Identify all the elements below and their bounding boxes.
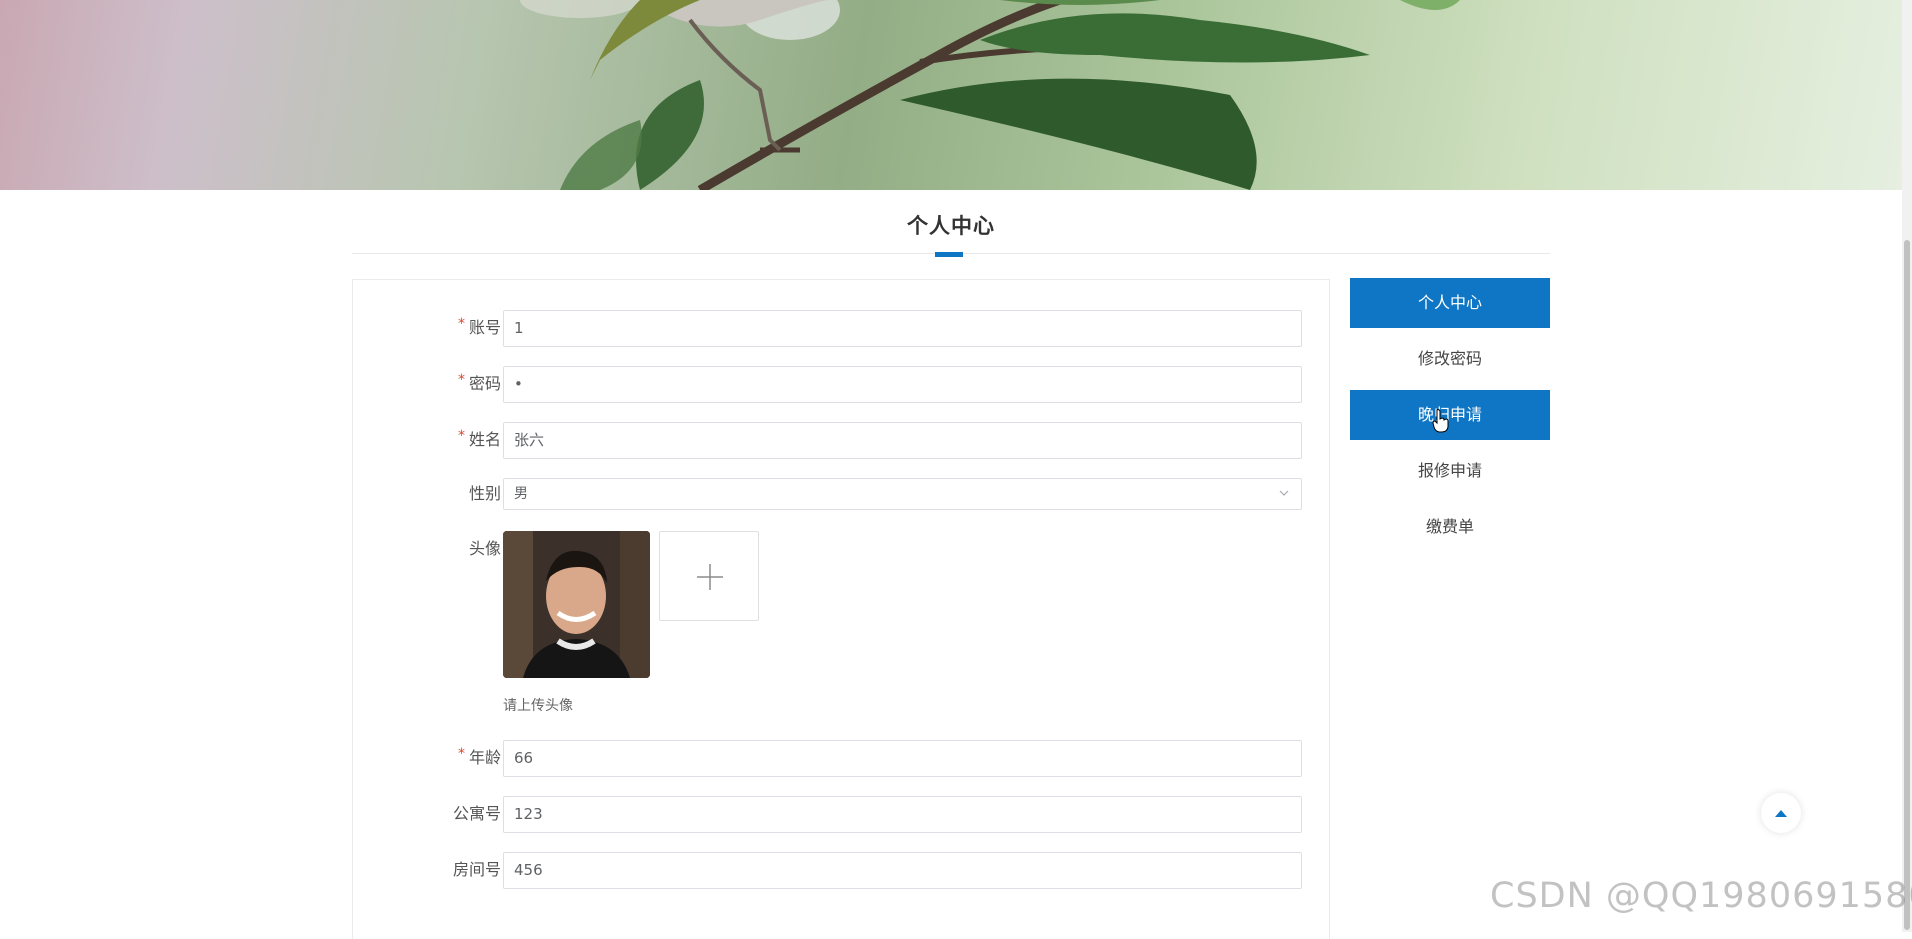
account-label: * 账号 bbox=[457, 316, 501, 337]
name-input[interactable]: 张六 bbox=[503, 422, 1302, 459]
password-row: * 密码 • bbox=[353, 366, 1331, 404]
required-mark: * bbox=[457, 746, 465, 762]
required-mark: * bbox=[457, 372, 465, 388]
profile-form: * 账号 1 * 密码 • * 姓名 张六 性别 男 头像 请上传头像 * 年龄… bbox=[352, 279, 1330, 939]
age-label: * 年龄 bbox=[457, 746, 501, 767]
password-label: * 密码 bbox=[457, 372, 501, 393]
caret-up-icon bbox=[1775, 810, 1787, 817]
chevron-down-icon bbox=[1279, 490, 1289, 496]
page-scrollbar[interactable] bbox=[1902, 0, 1912, 932]
age-row: * 年龄 66 bbox=[353, 740, 1331, 778]
required-mark: * bbox=[457, 316, 465, 332]
gender-selected-value: 男 bbox=[514, 486, 528, 502]
age-input[interactable]: 66 bbox=[503, 740, 1302, 777]
gender-label: 性别 bbox=[468, 484, 501, 503]
room-input[interactable]: 456 bbox=[503, 852, 1302, 889]
account-row: * 账号 1 bbox=[353, 310, 1331, 348]
menu-item-repair[interactable]: 报修申请 bbox=[1350, 446, 1550, 496]
scrollbar-thumb[interactable] bbox=[1904, 240, 1910, 930]
avatar-upload-button[interactable] bbox=[659, 531, 759, 621]
menu-item-profile[interactable]: 个人中心 bbox=[1350, 278, 1550, 328]
password-input[interactable]: • bbox=[503, 366, 1302, 403]
name-row: * 姓名 张六 bbox=[353, 422, 1331, 460]
name-label: * 姓名 bbox=[457, 428, 501, 449]
hand-cursor-icon bbox=[1432, 409, 1449, 433]
avatar-row: 头像 请上传头像 bbox=[353, 531, 1331, 714]
avatar-hint: 请上传头像 bbox=[503, 698, 573, 714]
back-to-top-button[interactable] bbox=[1761, 793, 1801, 833]
menu-item-late-return[interactable]: 晚归申请 bbox=[1350, 390, 1550, 440]
account-input[interactable]: 1 bbox=[503, 310, 1302, 347]
menu-item-change-password[interactable]: 修改密码 bbox=[1350, 334, 1550, 384]
apartment-row: 公寓号 123 bbox=[353, 796, 1331, 834]
room-label: 房间号 bbox=[452, 860, 501, 879]
title-accent-bar bbox=[935, 252, 963, 257]
header-banner bbox=[0, 0, 1902, 190]
apartment-input[interactable]: 123 bbox=[503, 796, 1302, 833]
gender-select[interactable]: 男 bbox=[503, 478, 1302, 510]
avatar-label: 头像 bbox=[468, 539, 501, 558]
plus-icon bbox=[697, 564, 723, 590]
side-menu: 个人中心 修改密码 晚归申请 报修申请 缴费单 bbox=[1350, 278, 1550, 558]
avatar-photo bbox=[503, 531, 650, 678]
avatar-image[interactable] bbox=[503, 531, 650, 678]
bird-on-branch-image bbox=[520, 0, 1460, 190]
gender-row: 性别 男 bbox=[353, 478, 1331, 516]
room-row: 房间号 456 bbox=[353, 852, 1331, 890]
menu-item-payment[interactable]: 缴费单 bbox=[1350, 502, 1550, 552]
apartment-label: 公寓号 bbox=[452, 804, 501, 823]
required-mark: * bbox=[457, 428, 465, 444]
watermark: CSDN @QQ1980691580 bbox=[1490, 876, 1912, 916]
page-title: 个人中心 bbox=[907, 214, 995, 238]
